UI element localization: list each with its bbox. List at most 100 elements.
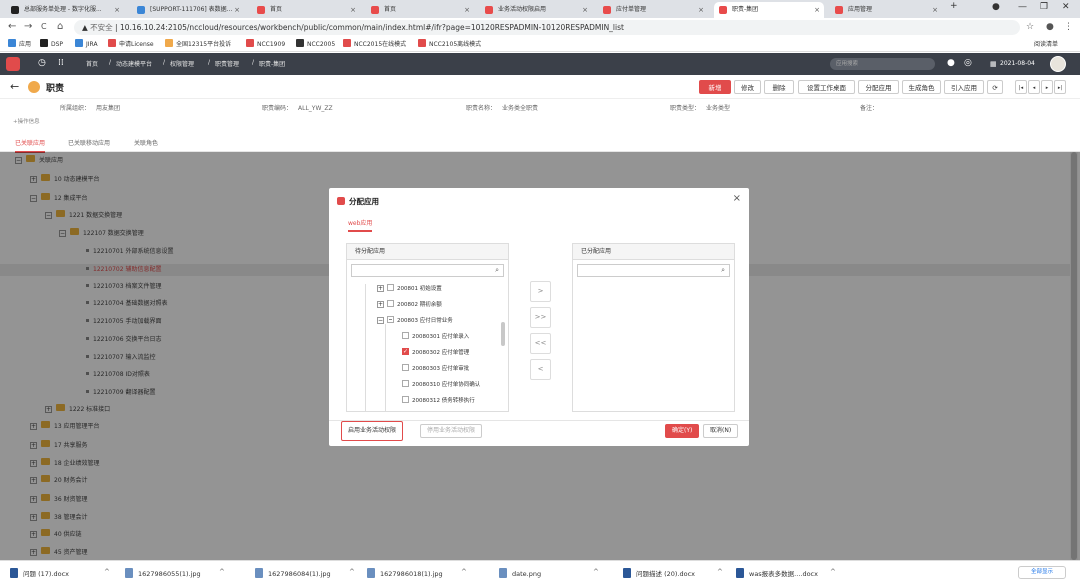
tab-close-icon[interactable]: × xyxy=(350,2,356,18)
bookmark-item[interactable]: 申请License xyxy=(108,39,154,50)
transfer-button[interactable]: < xyxy=(530,359,551,380)
toolbar-button[interactable]: 设置工作桌面 xyxy=(798,80,855,94)
bell-icon[interactable]: ◎ xyxy=(964,58,972,68)
close-window-icon[interactable]: ✕ xyxy=(1062,2,1070,12)
transfer-button[interactable]: > xyxy=(530,281,551,302)
toolbar-button[interactable]: 新增 xyxy=(699,80,731,94)
avatar[interactable] xyxy=(1050,56,1066,72)
download-item[interactable]: 问题描述 (20).docx ^ xyxy=(623,568,723,578)
tab-close-icon[interactable]: × xyxy=(932,2,938,18)
browser-tab[interactable]: 首页 × xyxy=(252,2,360,18)
app-tree-node[interactable]: 20080302 应付单管理 xyxy=(402,347,469,358)
checkbox[interactable] xyxy=(387,300,394,307)
bookmark-item[interactable]: NCC1909 xyxy=(246,39,285,50)
first-page-icon[interactable]: |◂ xyxy=(1015,80,1027,94)
prev-page-icon[interactable]: ◂ xyxy=(1028,80,1040,94)
checkbox[interactable] xyxy=(387,316,394,323)
bookmark-item[interactable]: 应用 xyxy=(8,39,31,50)
page-tab[interactable]: 关联角色 xyxy=(134,138,158,147)
app-tree-node[interactable]: 20080310 应付单协同确认 xyxy=(402,380,480,390)
back-arrow-icon[interactable]: ← xyxy=(10,80,19,93)
reload-icon[interactable]: C xyxy=(41,22,47,31)
app-tree-node[interactable]: 20080301 应付单录入 xyxy=(402,332,469,342)
tab-close-icon[interactable]: × xyxy=(114,2,120,18)
browser-tab[interactable]: 应付单管理 × xyxy=(598,2,708,18)
toolbar-button[interactable]: 修改 xyxy=(734,80,761,94)
tab-close-icon[interactable]: × xyxy=(464,2,470,18)
expand-toggle-icon[interactable]: + xyxy=(377,285,384,292)
download-item[interactable]: 1627986018(1).jpg ^ xyxy=(367,568,467,578)
panel-scroll-thumb[interactable] xyxy=(501,322,505,346)
transfer-button[interactable]: << xyxy=(530,333,551,354)
download-item[interactable]: date.png ^ xyxy=(499,568,599,578)
unassigned-search-input[interactable]: ⌕ xyxy=(351,264,504,277)
app-search-input[interactable]: 应用搜索 xyxy=(830,58,935,70)
tab-web-app[interactable]: web应用 xyxy=(348,218,373,232)
star-icon[interactable]: ☆ xyxy=(1026,22,1034,32)
forward-icon[interactable]: → xyxy=(24,21,32,32)
bookmark-item[interactable]: NCC2015在线模式 xyxy=(343,39,406,50)
enable-activity-permission-button[interactable]: 启用业务活动权限 xyxy=(341,421,404,441)
download-item[interactable]: 1627986084(1).jpg ^ xyxy=(255,568,355,578)
grid-icon[interactable]: ⁞⁞ xyxy=(58,58,64,68)
home-icon[interactable]: ⌂ xyxy=(57,21,63,32)
browser-tab[interactable]: 首页 × xyxy=(366,2,474,18)
download-item[interactable]: was报表多数据....docx ^ xyxy=(736,568,836,578)
toolbar-button[interactable]: 删除 xyxy=(764,80,794,94)
tab-close-icon[interactable]: × xyxy=(698,2,704,18)
close-icon[interactable]: × xyxy=(733,193,741,204)
show-all-downloads-button[interactable]: 全部显示 xyxy=(1018,566,1066,579)
cancel-button[interactable]: 取消(N) xyxy=(703,424,739,438)
new-tab-button[interactable]: + xyxy=(950,1,958,11)
last-page-icon[interactable]: ▸| xyxy=(1054,80,1066,94)
checkbox[interactable] xyxy=(387,284,394,291)
chevron-up-icon[interactable]: ^ xyxy=(349,568,355,576)
account-icon[interactable]: ● xyxy=(1046,22,1054,32)
next-page-icon[interactable]: ▸ xyxy=(1041,80,1053,94)
calendar-icon[interactable]: ▦ xyxy=(990,60,997,68)
breadcrumb-item[interactable]: 动态建模平台 xyxy=(116,59,152,68)
toolbar-button[interactable]: 分配应用 xyxy=(858,80,899,94)
download-item[interactable]: 问题 (17).docx ^ xyxy=(10,568,110,578)
expand-toggle-icon[interactable]: + xyxy=(377,301,384,308)
page-tab[interactable]: 已关联应用 xyxy=(15,138,46,153)
ok-button[interactable]: 确定(Y) xyxy=(665,424,700,438)
disable-activity-permission-button[interactable]: 停用业务活动权限 xyxy=(420,424,483,438)
checkbox[interactable] xyxy=(402,332,409,339)
transfer-button[interactable]: >> xyxy=(530,307,551,328)
checkbox[interactable] xyxy=(402,364,409,371)
app-tree-node[interactable]: 20080303 应付单审批 xyxy=(402,364,469,374)
bookmark-item[interactable]: DSP xyxy=(40,39,63,50)
tab-close-icon[interactable]: × xyxy=(582,2,588,18)
toolbar-button[interactable]: 生成角色 xyxy=(902,80,941,94)
download-item[interactable]: 1627986055(1).jpg ^ xyxy=(125,568,225,578)
app-tree-node[interactable]: +200802 期初余额 xyxy=(377,300,442,310)
chevron-up-icon[interactable]: ^ xyxy=(461,568,467,576)
app-tree-node[interactable]: − 200803 应付日常业务 xyxy=(377,316,453,326)
checkbox[interactable] xyxy=(402,380,409,387)
browser-tab[interactable]: 业务活动权限启用 × xyxy=(480,2,592,18)
maximize-icon[interactable]: ❐ xyxy=(1040,2,1048,12)
page-tab[interactable]: 已关联移动应用 xyxy=(68,138,110,147)
expand-toggle-icon[interactable]: − xyxy=(377,317,384,324)
app-tree-node[interactable]: 20080312 债务转移执行 xyxy=(402,396,475,406)
profile-icon[interactable]: ● xyxy=(992,2,1000,12)
breadcrumb-item[interactable]: 首页 xyxy=(86,59,98,68)
menu-icon[interactable]: ⋮ xyxy=(1064,22,1073,32)
app-logo-icon[interactable] xyxy=(6,57,20,71)
assigned-search-input[interactable]: ⌕ xyxy=(577,264,730,277)
bookmark-item[interactable]: NCC2005 xyxy=(296,39,335,50)
chat-icon[interactable]: ● xyxy=(947,58,955,68)
bookmark-item[interactable]: 全国12315平台投诉 xyxy=(165,39,231,50)
chevron-up-icon[interactable]: ^ xyxy=(593,568,599,576)
checkbox[interactable] xyxy=(402,347,409,357)
checkbox[interactable] xyxy=(402,396,409,403)
operation-info-toggle[interactable]: +操作信息 xyxy=(13,117,40,125)
toolbar-button[interactable]: 引入应用 xyxy=(944,80,984,94)
browser-tab[interactable]: 总部服务单处理 - 数字化服... × xyxy=(6,2,124,18)
browser-tab[interactable]: 应用管理 × xyxy=(830,2,942,18)
minimize-icon[interactable]: — xyxy=(1018,2,1027,12)
refresh-icon[interactable]: ⟳ xyxy=(987,80,1003,94)
url-field[interactable]: ▲ 不安全 | 10.16.10.24:2105/nccloud/resourc… xyxy=(74,20,1020,35)
chevron-up-icon[interactable]: ^ xyxy=(717,568,723,576)
